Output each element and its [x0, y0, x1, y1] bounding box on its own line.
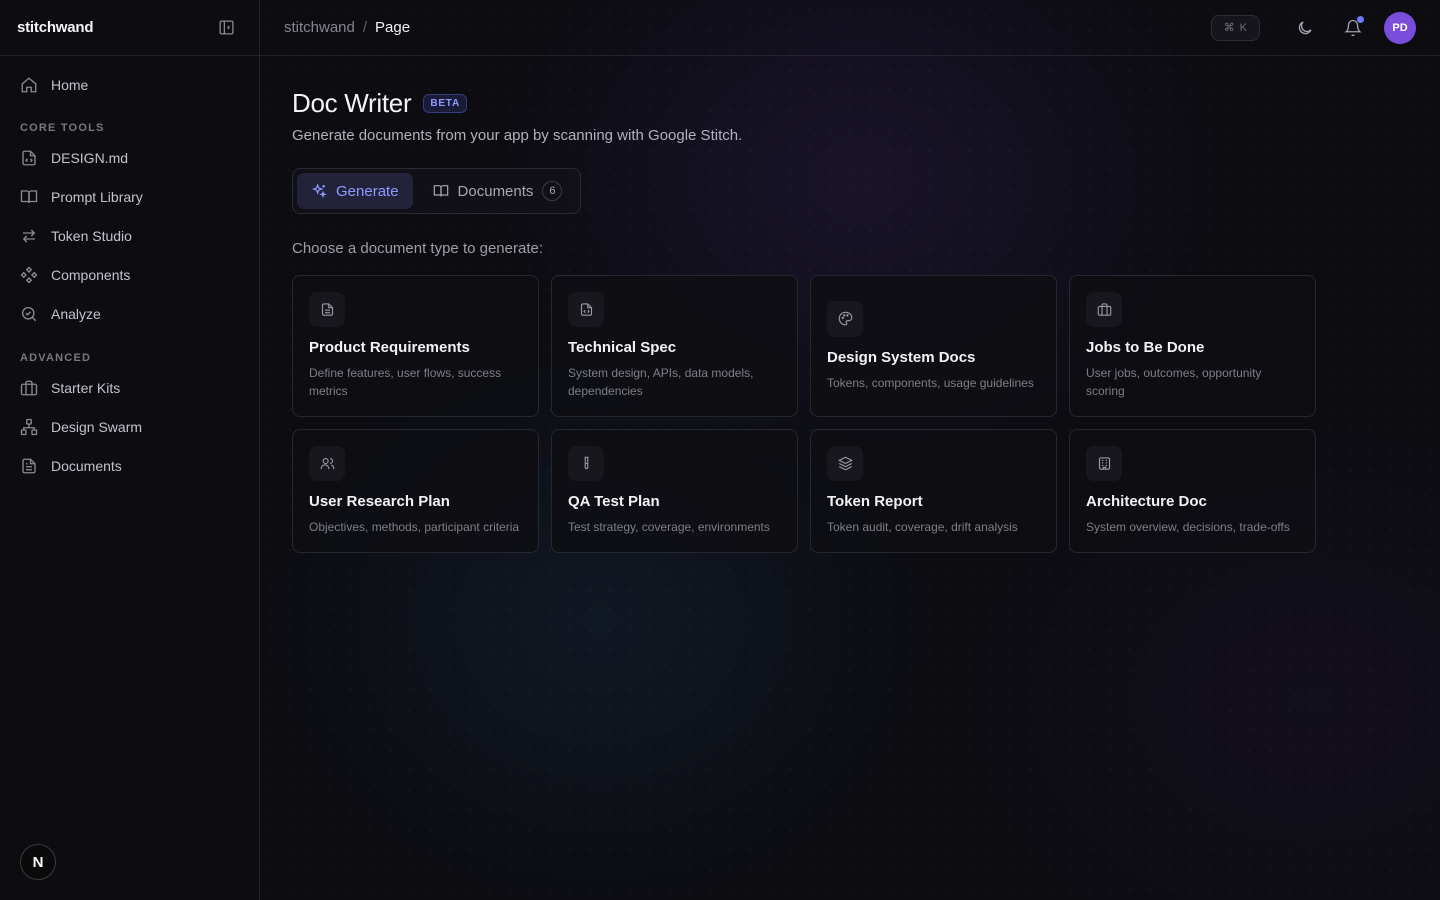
nav-section-advanced: ADVANCED — [20, 352, 92, 364]
content: Doc Writer BETA Generate documents from … — [260, 56, 1440, 585]
sidebar-item-home[interactable]: Home — [10, 67, 249, 103]
book-icon — [20, 190, 38, 204]
open-book-icon — [433, 185, 448, 197]
card-description: Define features, user flows, success met… — [309, 366, 502, 398]
breadcrumb-root[interactable]: stitchwand — [284, 19, 355, 36]
card-title: Technical Spec — [568, 339, 677, 356]
card-description: User jobs, outcomes, opportunity scoring — [1086, 366, 1262, 398]
tab-label: Generate — [336, 182, 399, 200]
sidebar-item-label: Documents — [51, 458, 122, 474]
card-title: Product Requirements — [309, 339, 470, 356]
card-user-research-plan[interactable]: User Research Plan Objectives, methods, … — [292, 429, 539, 553]
briefcase-icon — [20, 380, 38, 396]
beta-badge: BETA — [423, 94, 467, 113]
sidebar-item-design-md[interactable]: DESIGN.md — [10, 140, 249, 176]
tab-documents[interactable]: Documents 6 — [419, 173, 577, 209]
sidebar-item-design-swarm[interactable]: Design Swarm — [10, 409, 249, 445]
document-icon — [22, 458, 36, 474]
sidebar: stitchwand Home CORE TOOLS DESIGN.md Pro… — [0, 0, 260, 900]
top-actions: ⌘ K PD — [1210, 11, 1416, 45]
command-palette-button[interactable]: ⌘ K — [1210, 14, 1260, 41]
breadcrumb: stitchwand / Page — [284, 19, 410, 36]
sidebar-item-label: Starter Kits — [51, 380, 121, 396]
tab-label: Documents — [457, 182, 534, 200]
command-symbol: ⌘ — [1223, 22, 1235, 34]
card-design-system-docs[interactable]: Design System Docs Tokens, components, u… — [810, 275, 1057, 417]
briefcase-icon — [1086, 292, 1122, 327]
card-title: QA Test Plan — [568, 493, 660, 510]
palette-icon — [827, 300, 863, 337]
sidebar-item-label: Home — [51, 77, 89, 93]
components-icon — [20, 266, 38, 284]
card-product-requirements[interactable]: Product Requirements Define features, us… — [292, 275, 539, 417]
sparkles-icon — [311, 183, 327, 199]
card-qa-test-plan[interactable]: QA Test Plan Test strategy, coverage, en… — [551, 429, 798, 553]
card-description: System design, APIs, data models, depend… — [568, 366, 754, 398]
tab-generate[interactable]: Generate — [297, 173, 413, 209]
command-key: K — [1239, 21, 1247, 34]
network-icon — [20, 418, 38, 436]
doc-type-grid: Product Requirements Define features, us… — [292, 275, 1408, 553]
test-tube-icon — [568, 446, 604, 481]
sidebar-item-analyze[interactable]: Analyze — [10, 296, 249, 332]
card-title: Design System Docs — [827, 348, 976, 366]
file-code-icon — [22, 150, 36, 166]
title-row: Doc Writer BETA — [292, 88, 1408, 119]
brand-name[interactable]: stitchwand — [17, 19, 94, 36]
layers-icon — [827, 446, 863, 481]
notification-dot — [1357, 15, 1364, 23]
card-description: Test strategy, coverage, environments — [568, 520, 770, 534]
home-icon — [21, 77, 37, 93]
sidebar-item-starter-kits[interactable]: Starter Kits — [10, 370, 249, 406]
page-subtitle: Generate documents from your app by scan… — [292, 127, 743, 144]
card-jobs-to-be-done[interactable]: Jobs to Be Done User jobs, outcomes, opp… — [1069, 275, 1316, 417]
card-title: Jobs to Be Done — [1086, 339, 1205, 356]
breadcrumb-current: Page — [375, 19, 411, 36]
sidebar-item-label: Design Swarm — [51, 419, 143, 435]
card-technical-spec[interactable]: Technical Spec System design, APIs, data… — [551, 275, 798, 417]
sidebar-item-label: Components — [51, 267, 131, 283]
sidebar-collapse-icon[interactable] — [217, 19, 235, 37]
card-description: Token audit, coverage, drift analysis — [827, 520, 1018, 534]
sidebar-nav: Home CORE TOOLS DESIGN.md Prompt Library… — [0, 56, 259, 495]
card-title: Token Report — [827, 493, 923, 510]
card-title: User Research Plan — [309, 493, 450, 510]
card-title: Architecture Doc — [1086, 493, 1207, 510]
card-token-report[interactable]: Token Report Token audit, coverage, drif… — [810, 429, 1057, 553]
main-area: stitchwand / Page ⌘ K PD Doc Writer BETA… — [260, 0, 1440, 900]
sidebar-item-label: Analyze — [51, 306, 101, 322]
users-icon — [309, 446, 345, 481]
sidebar-item-label: DESIGN.md — [51, 150, 129, 166]
card-description: System overview, decisions, trade-offs — [1086, 520, 1290, 534]
card-description: Tokens, components, usage guidelines — [827, 375, 1034, 390]
moon-icon — [1298, 20, 1312, 34]
sidebar-item-prompt-library[interactable]: Prompt Library — [10, 179, 249, 215]
topbar: stitchwand / Page ⌘ K PD — [260, 0, 1440, 56]
file-text-icon — [309, 292, 345, 327]
documents-count-badge: 6 — [542, 181, 563, 201]
footer-logo[interactable]: N — [20, 844, 56, 880]
tab-bar: Generate Documents 6 — [292, 168, 582, 214]
file-code-icon — [568, 292, 604, 327]
building-icon — [1086, 446, 1122, 481]
sidebar-header: stitchwand — [0, 0, 259, 56]
sidebar-item-label: Token Studio — [51, 228, 132, 244]
arrows-swap-icon — [22, 229, 36, 243]
avatar[interactable]: PD — [1384, 11, 1416, 44]
nav-section-core-tools: CORE TOOLS — [20, 122, 105, 134]
sidebar-item-documents[interactable]: Documents — [10, 448, 249, 484]
notifications-button[interactable] — [1336, 11, 1370, 45]
sidebar-item-components[interactable]: Components — [10, 257, 249, 293]
search-check-icon — [21, 306, 37, 322]
card-architecture-doc[interactable]: Architecture Doc System overview, decisi… — [1069, 429, 1316, 553]
card-description: Objectives, methods, participant criteri… — [309, 520, 520, 534]
choose-prompt: Choose a document type to generate: — [292, 240, 544, 257]
sidebar-item-label: Prompt Library — [51, 189, 143, 205]
theme-toggle-button[interactable] — [1288, 11, 1322, 45]
sidebar-item-token-studio[interactable]: Token Studio — [10, 218, 249, 254]
breadcrumb-separator: / — [362, 19, 368, 36]
page-title: Doc Writer — [292, 88, 412, 118]
